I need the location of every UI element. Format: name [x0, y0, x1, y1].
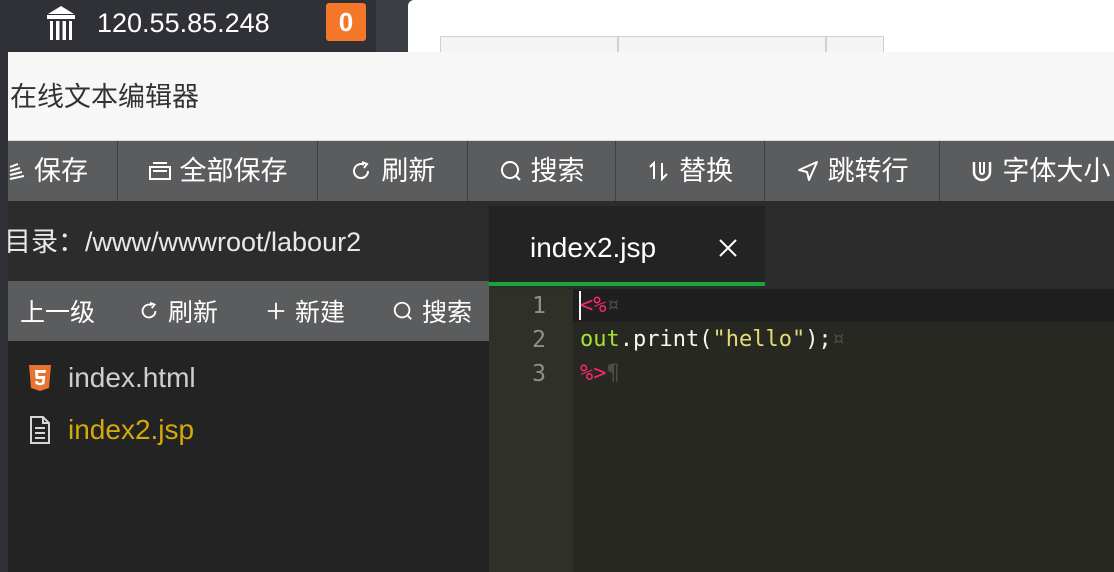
background-panel [408, 0, 1114, 52]
line-number-gutter: 1 2 3 [489, 289, 573, 572]
save-all-button[interactable]: 全部保存 [118, 141, 319, 201]
tab-index2-jsp[interactable]: index2.jsp [489, 206, 765, 286]
save-button[interactable]: 保存 [8, 141, 118, 201]
server-bar: 120.55.85.248 0 [0, 0, 376, 52]
goto-line-button[interactable]: 跳转行 [765, 141, 941, 201]
close-icon[interactable] [718, 238, 738, 258]
save-all-icon [148, 162, 171, 180]
background-tab [826, 36, 884, 52]
background-tab [440, 36, 618, 52]
line-number: 3 [532, 361, 546, 387]
replace-icon [649, 160, 668, 182]
tab-label: index2.jsp [530, 232, 657, 263]
active-tab-indicator [489, 282, 765, 286]
html5-icon [29, 365, 51, 391]
file-name: index2.jsp [68, 414, 195, 445]
editor-toolbar: 保存 全部保存 刷新 搜索 替换 跳转行 字体大小 [8, 141, 1114, 201]
file-name: index.html [68, 362, 196, 393]
server-ip: 120.55.85.248 [97, 8, 270, 38]
sidebar-refresh-button[interactable]: 刷新 [138, 281, 265, 341]
file-item-index2-jsp[interactable]: index2.jsp [8, 404, 489, 456]
editor-tab-strip: index2.jsp [489, 201, 1114, 289]
sidebar-search-button[interactable]: 搜索 [392, 281, 472, 341]
search-icon [500, 161, 521, 181]
file-item-index-html[interactable]: index.html [8, 352, 489, 404]
title-bar: 在线文本编辑器 [8, 52, 1114, 141]
navigation-arrow-icon [797, 161, 818, 181]
notification-badge[interactable]: 0 [326, 3, 366, 41]
code-editor[interactable]: <%¤ out.print("hello");¤ %>¶ [573, 289, 1114, 572]
active-line-highlight [573, 289, 1114, 322]
magnet-font-icon [973, 162, 992, 182]
font-size-button[interactable]: 字体大小 [940, 141, 1114, 201]
save-icon [9, 163, 25, 180]
window-title: 在线文本编辑器 [10, 82, 199, 112]
sidebar-toolbar: 上一级 刷新 新建 搜索 [8, 281, 489, 341]
window-edge [0, 52, 8, 572]
line-number: 2 [532, 327, 546, 353]
search-icon [393, 301, 412, 320]
line-number: 1 [532, 293, 546, 319]
directory-path: 目录：/www/wwwroot/labour2 [4, 227, 362, 257]
directory-bar: 目录：/www/wwwroot/labour2 [4, 201, 489, 281]
refresh-icon [141, 301, 157, 319]
code-line: out.print("hello");¤ [580, 327, 845, 352]
replace-button[interactable]: 替换 [616, 141, 765, 201]
new-file-button[interactable]: 新建 [265, 281, 392, 341]
plus-icon [267, 302, 285, 320]
background-tab [618, 36, 826, 52]
code-line: %>¶ [580, 361, 620, 386]
server-tower-icon [47, 6, 75, 40]
code-line: <%¤ [580, 293, 620, 318]
text-cursor [579, 291, 581, 320]
search-button[interactable]: 搜索 [468, 141, 617, 201]
refresh-icon [353, 161, 370, 180]
document-icon [30, 416, 50, 444]
file-list: index.html index2.jsp [8, 341, 489, 456]
parent-dir-button[interactable]: 上一级 [20, 281, 138, 341]
screen: 120.55.85.248 0 在线文本编辑器 保存 全部保存 刷新 搜索 替换… [0, 0, 1114, 572]
refresh-button[interactable]: 刷新 [318, 141, 468, 201]
file-sidebar: 目录：/www/wwwroot/labour2 上一级 刷新 新建 搜索 ind… [4, 201, 489, 572]
